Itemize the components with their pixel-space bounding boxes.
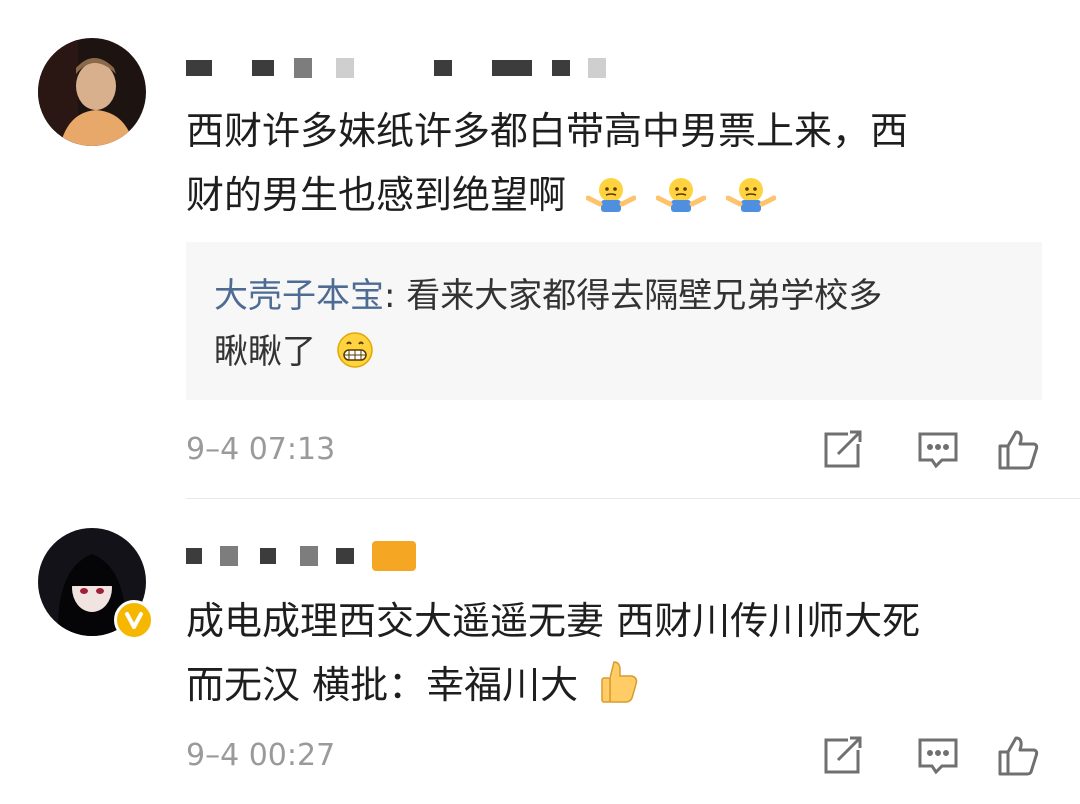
comment-text-line: 而无汉 横批：幸福川大	[186, 663, 579, 707]
comment-text: 成电成理西交大遥遥无妻 西财川传川师大死 而无汉 横批：幸福川大	[186, 589, 1026, 717]
reply-author-link[interactable]: 大壳子本宝	[214, 276, 384, 316]
comment-text-line: 成电成理西交大遥遥无妻 西财川传川师大死	[186, 599, 921, 643]
comment-icon[interactable]	[916, 734, 960, 778]
comment-footer: 9–4 00:27	[186, 734, 1040, 778]
share-icon[interactable]	[820, 734, 864, 778]
timestamp: 9–4 00:27	[186, 738, 336, 773]
member-level-icon	[372, 541, 416, 571]
like-icon[interactable]	[996, 428, 1040, 472]
verified-badge-icon	[114, 600, 154, 640]
comment-footer: 9–4 07:13	[186, 428, 1040, 472]
timestamp: 9–4 07:13	[186, 432, 336, 467]
share-icon[interactable]	[820, 428, 864, 472]
comment-text-line: 西财许多妹纸许多都白带高中男票上来，西	[186, 109, 909, 153]
reply-text: 大壳子本宝: 看来大家都得去隔壁兄弟学校多 瞅瞅了	[214, 268, 1014, 380]
comment-item: 成电成理西交大遥遥无妻 西财川传川师大死 而无汉 横批：幸福川大 9–4 00:…	[0, 498, 1080, 804]
avatar[interactable]	[38, 38, 146, 146]
grin-emoji-icon	[335, 330, 375, 368]
comment-text: 西财许多妹纸许多都白带高中男票上来，西 财的男生也感到绝望啊	[186, 99, 1026, 227]
username-censored[interactable]	[186, 48, 606, 88]
username-censored[interactable]	[186, 536, 416, 576]
comment-item: 西财许多妹纸许多都白带高中男票上来，西 财的男生也感到绝望啊 大壳子本宝: 看来…	[0, 0, 1080, 498]
reply-box[interactable]: 大壳子本宝: 看来大家都得去隔壁兄弟学校多 瞅瞅了	[186, 242, 1042, 400]
comment-text-line: 财的男生也感到绝望啊	[186, 173, 567, 217]
like-icon[interactable]	[996, 734, 1040, 778]
comment-icon[interactable]	[916, 428, 960, 472]
thumbs-up-emoji-icon	[598, 659, 642, 703]
reply-separator: :	[384, 276, 407, 316]
shrug-emoji-icon	[725, 169, 777, 212]
shrug-emoji-icon	[585, 169, 637, 212]
reply-text-line: 瞅瞅了	[214, 332, 316, 372]
shrug-emoji-icon	[655, 169, 707, 212]
reply-text-line: 看来大家都得去隔壁兄弟学校多	[406, 276, 883, 316]
